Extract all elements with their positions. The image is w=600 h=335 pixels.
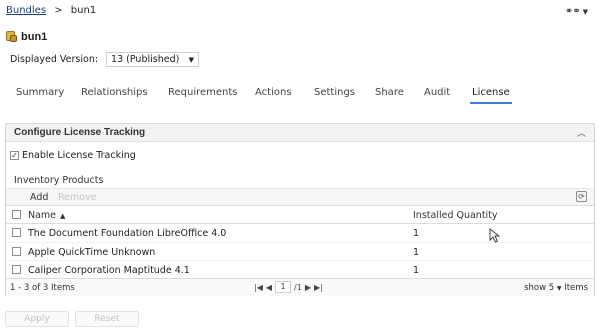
select-all-checkbox[interactable] [12, 210, 21, 219]
pager: |◀ ◀ 1 /1 ▶ ▶| [254, 281, 323, 293]
tab-summary[interactable]: Summary [16, 87, 64, 98]
tab-license[interactable]: License [470, 87, 512, 104]
row-checkbox[interactable] [12, 228, 21, 237]
panel-title: Configure License Tracking [14, 127, 146, 138]
column-name-header[interactable]: Name ▲ [28, 210, 65, 221]
column-quantity-header[interactable]: Installed Quantity [413, 210, 498, 221]
row-checkbox[interactable] [12, 246, 21, 256]
chevron-down-icon: ▼ [188, 55, 195, 64]
inventory-products-grid: Name ▲ Installed Quantity The Document Fo… [6, 205, 594, 280]
row-checkbox[interactable] [12, 265, 21, 274]
enable-license-label: Enable License Tracking [22, 150, 136, 161]
bundle-icon [5, 30, 18, 43]
tab-bar: Summary Relationships Requirements Actio… [0, 87, 600, 104]
row-quantity: 1 [413, 265, 420, 276]
refresh-icon[interactable]: ⟳ [576, 191, 587, 202]
form-buttons: Apply Reset [5, 311, 139, 327]
row-name: The Document Foundation LibreOffice 4.0 [28, 228, 227, 239]
last-page-icon[interactable]: ▶| [314, 283, 323, 292]
license-tracking-panel: Configure License Tracking ︿ ✓ Enable Li… [5, 123, 595, 296]
sort-asc-icon: ▲ [60, 212, 66, 220]
apply-button[interactable]: Apply [5, 311, 69, 327]
row-name: Apple QuickTime Unknown [28, 246, 156, 258]
link-menu-button[interactable]: ⚭⚭ ▼ [565, 6, 588, 17]
add-button[interactable]: Add [30, 192, 48, 203]
enable-license-tracking[interactable]: ✓ Enable License Tracking [10, 150, 136, 161]
tab-relationships[interactable]: Relationships [81, 87, 148, 98]
link-icon: ⚭⚭ [564, 6, 581, 17]
table-row[interactable]: Caliper Corporation Maptitude 4.1 1 [6, 261, 594, 280]
tab-audit[interactable]: Audit [424, 87, 450, 98]
breadcrumb-separator: > [54, 5, 63, 16]
grid-footer: 1 - 3 of 3 Items |◀ ◀ 1 /1 ▶ ▶| show 5 ▼… [6, 278, 594, 296]
tab-requirements[interactable]: Requirements [168, 87, 238, 98]
grid-header: Name ▲ Installed Quantity [6, 205, 594, 224]
collapse-icon[interactable]: ︿ [577, 126, 586, 139]
version-row: Displayed Version: 13 (Published) ▼ [10, 52, 200, 67]
item-count: 1 - 3 of 3 Items [10, 283, 75, 293]
table-row[interactable]: Apple QuickTime Unknown 1 [6, 243, 594, 261]
page-title: bun1 [21, 30, 48, 43]
enable-license-checkbox[interactable]: ✓ [10, 151, 19, 160]
page-input[interactable]: 1 [275, 281, 292, 293]
table-row[interactable]: The Document Foundation LibreOffice 4.0 … [6, 224, 594, 243]
tab-actions[interactable]: Actions [255, 87, 292, 98]
page-size-value: 5 [548, 283, 555, 293]
grid-toolbar: Add Remove ⟳ [6, 188, 594, 205]
reset-button[interactable]: Reset [75, 311, 139, 327]
row-quantity: 1 [413, 228, 420, 239]
breadcrumb: Bundles > bun1 [6, 5, 96, 16]
first-page-icon[interactable]: |◀ [254, 283, 263, 292]
version-label: Displayed Version: [10, 54, 99, 65]
breadcrumb-bundles-link[interactable]: Bundles [6, 5, 46, 16]
inventory-products-label: Inventory Products [14, 175, 104, 186]
page-size-control[interactable]: show 5 ▼ Items [524, 283, 588, 293]
tab-share[interactable]: Share [375, 87, 404, 98]
panel-header: Configure License Tracking ︿ [6, 124, 594, 142]
version-select[interactable]: 13 (Published) ▼ [106, 52, 200, 67]
page-title-row: bun1 [5, 30, 47, 43]
row-quantity: 1 [413, 246, 420, 258]
tab-settings[interactable]: Settings [314, 87, 355, 98]
next-page-icon[interactable]: ▶ [305, 283, 311, 292]
row-name: Caliper Corporation Maptitude 4.1 [28, 265, 190, 276]
chevron-down-icon: ▼ [582, 8, 588, 16]
remove-button[interactable]: Remove [58, 192, 97, 203]
page-total: /1 [294, 282, 302, 292]
breadcrumb-current: bun1 [70, 5, 97, 16]
version-value: 13 (Published) [111, 54, 180, 65]
chevron-down-icon: ▼ [556, 285, 562, 292]
prev-page-icon[interactable]: ◀ [266, 283, 272, 292]
mouse-cursor-icon [489, 228, 501, 243]
